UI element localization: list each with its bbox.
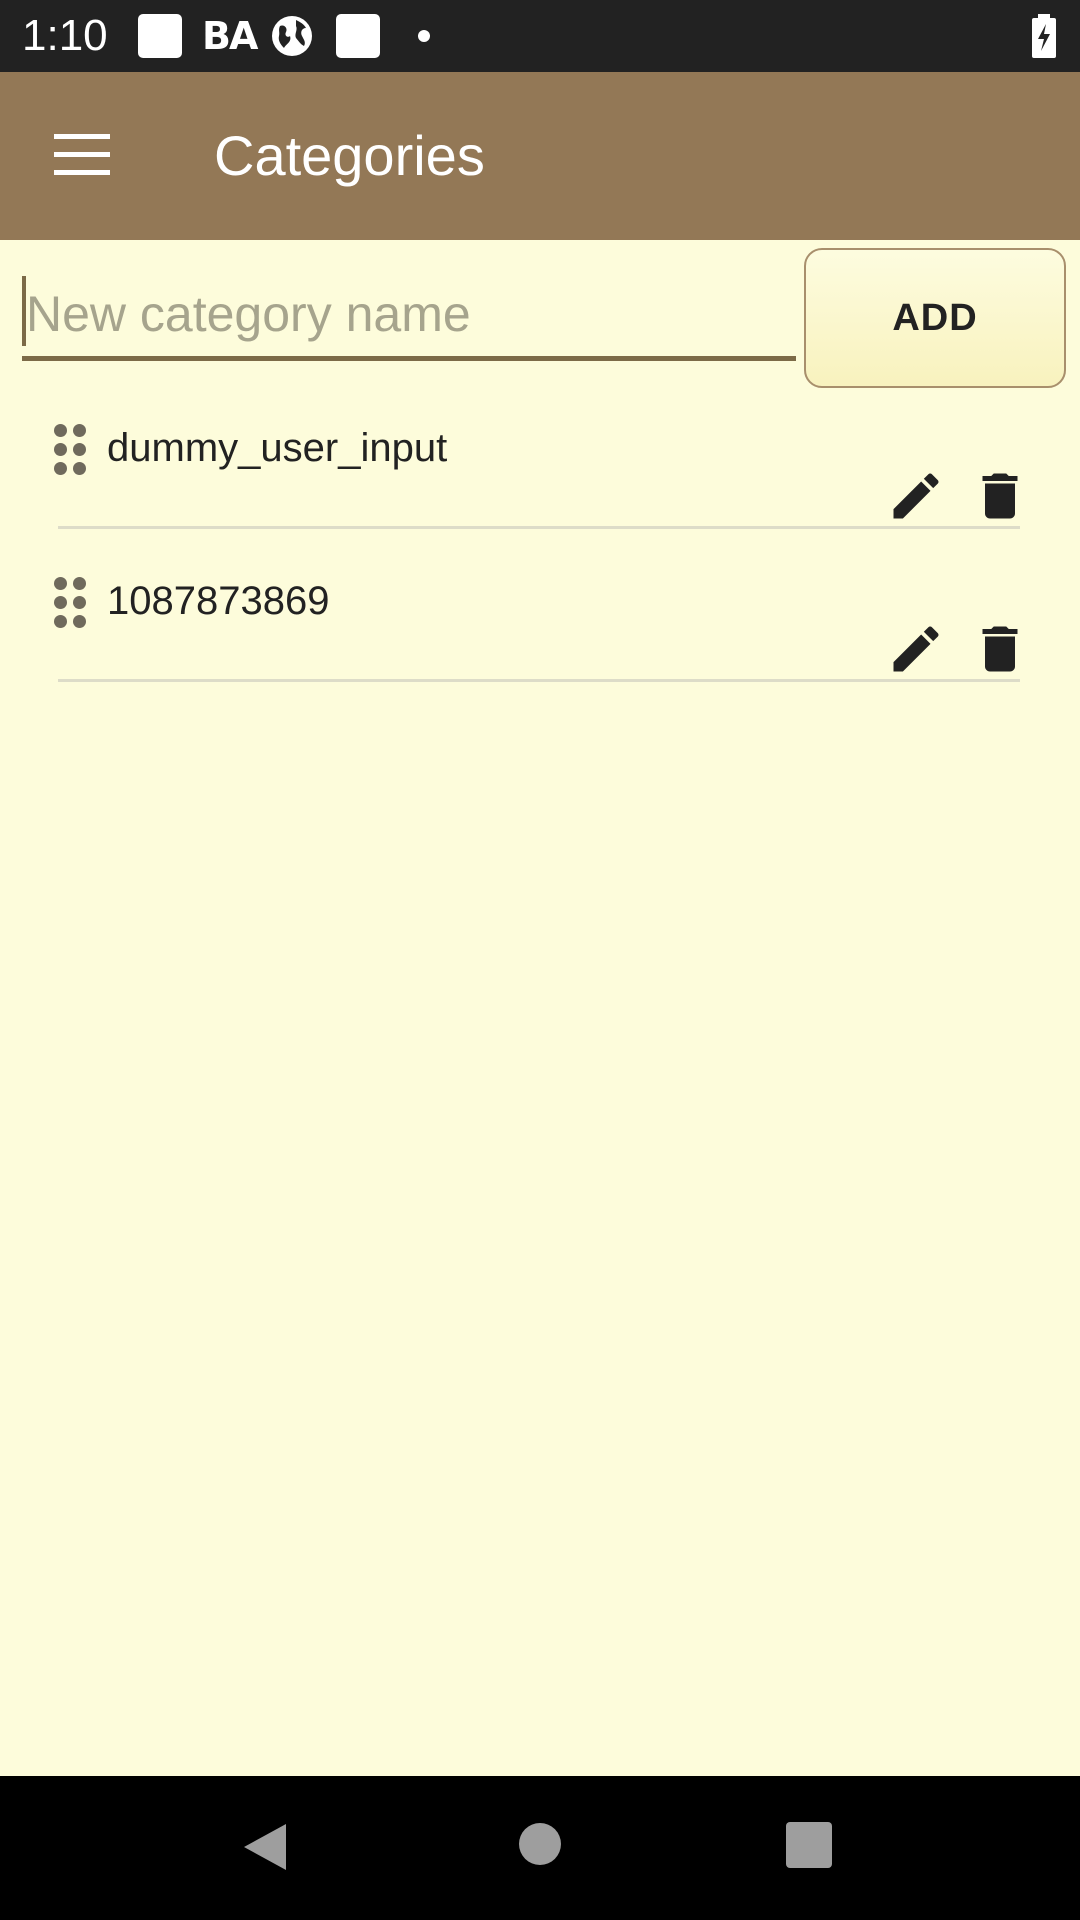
ba-notification-icon: BA	[202, 14, 258, 58]
app-root: 1:10 BA Categories ADD	[0, 0, 1080, 1920]
add-category-button[interactable]: ADD	[804, 248, 1066, 388]
status-time: 1:10	[22, 11, 108, 60]
page-title: Categories	[214, 124, 485, 187]
app-bar: Categories	[0, 72, 1080, 240]
text-caret	[22, 276, 26, 346]
category-name: dummy_user_input	[107, 426, 448, 470]
new-category-field	[22, 272, 796, 362]
trash-icon[interactable]	[970, 619, 1030, 679]
back-icon[interactable]	[238, 1820, 292, 1874]
new-category-input[interactable]	[22, 272, 796, 361]
status-bar: 1:10 BA	[0, 0, 1080, 72]
list-item: 1087873869	[0, 559, 1080, 711]
home-icon[interactable]	[518, 1822, 562, 1866]
edit-icon[interactable]	[886, 619, 946, 679]
drag-handle-icon[interactable]	[54, 424, 88, 476]
divider	[58, 679, 1020, 682]
navigation-bar	[0, 1776, 1080, 1920]
category-name: 1087873869	[107, 579, 330, 623]
divider	[58, 526, 1020, 529]
hamburger-menu-icon[interactable]	[52, 134, 112, 178]
dot-icon	[418, 30, 430, 42]
globe-icon	[272, 16, 312, 56]
notification-square-icon	[336, 14, 380, 58]
battery-charging-icon	[1032, 14, 1056, 58]
list-item: dummy_user_input	[0, 406, 1080, 558]
edit-icon[interactable]	[886, 466, 946, 526]
notification-square-icon	[138, 14, 182, 58]
drag-handle-icon[interactable]	[54, 577, 88, 629]
recents-icon[interactable]	[786, 1822, 832, 1868]
trash-icon[interactable]	[970, 466, 1030, 526]
